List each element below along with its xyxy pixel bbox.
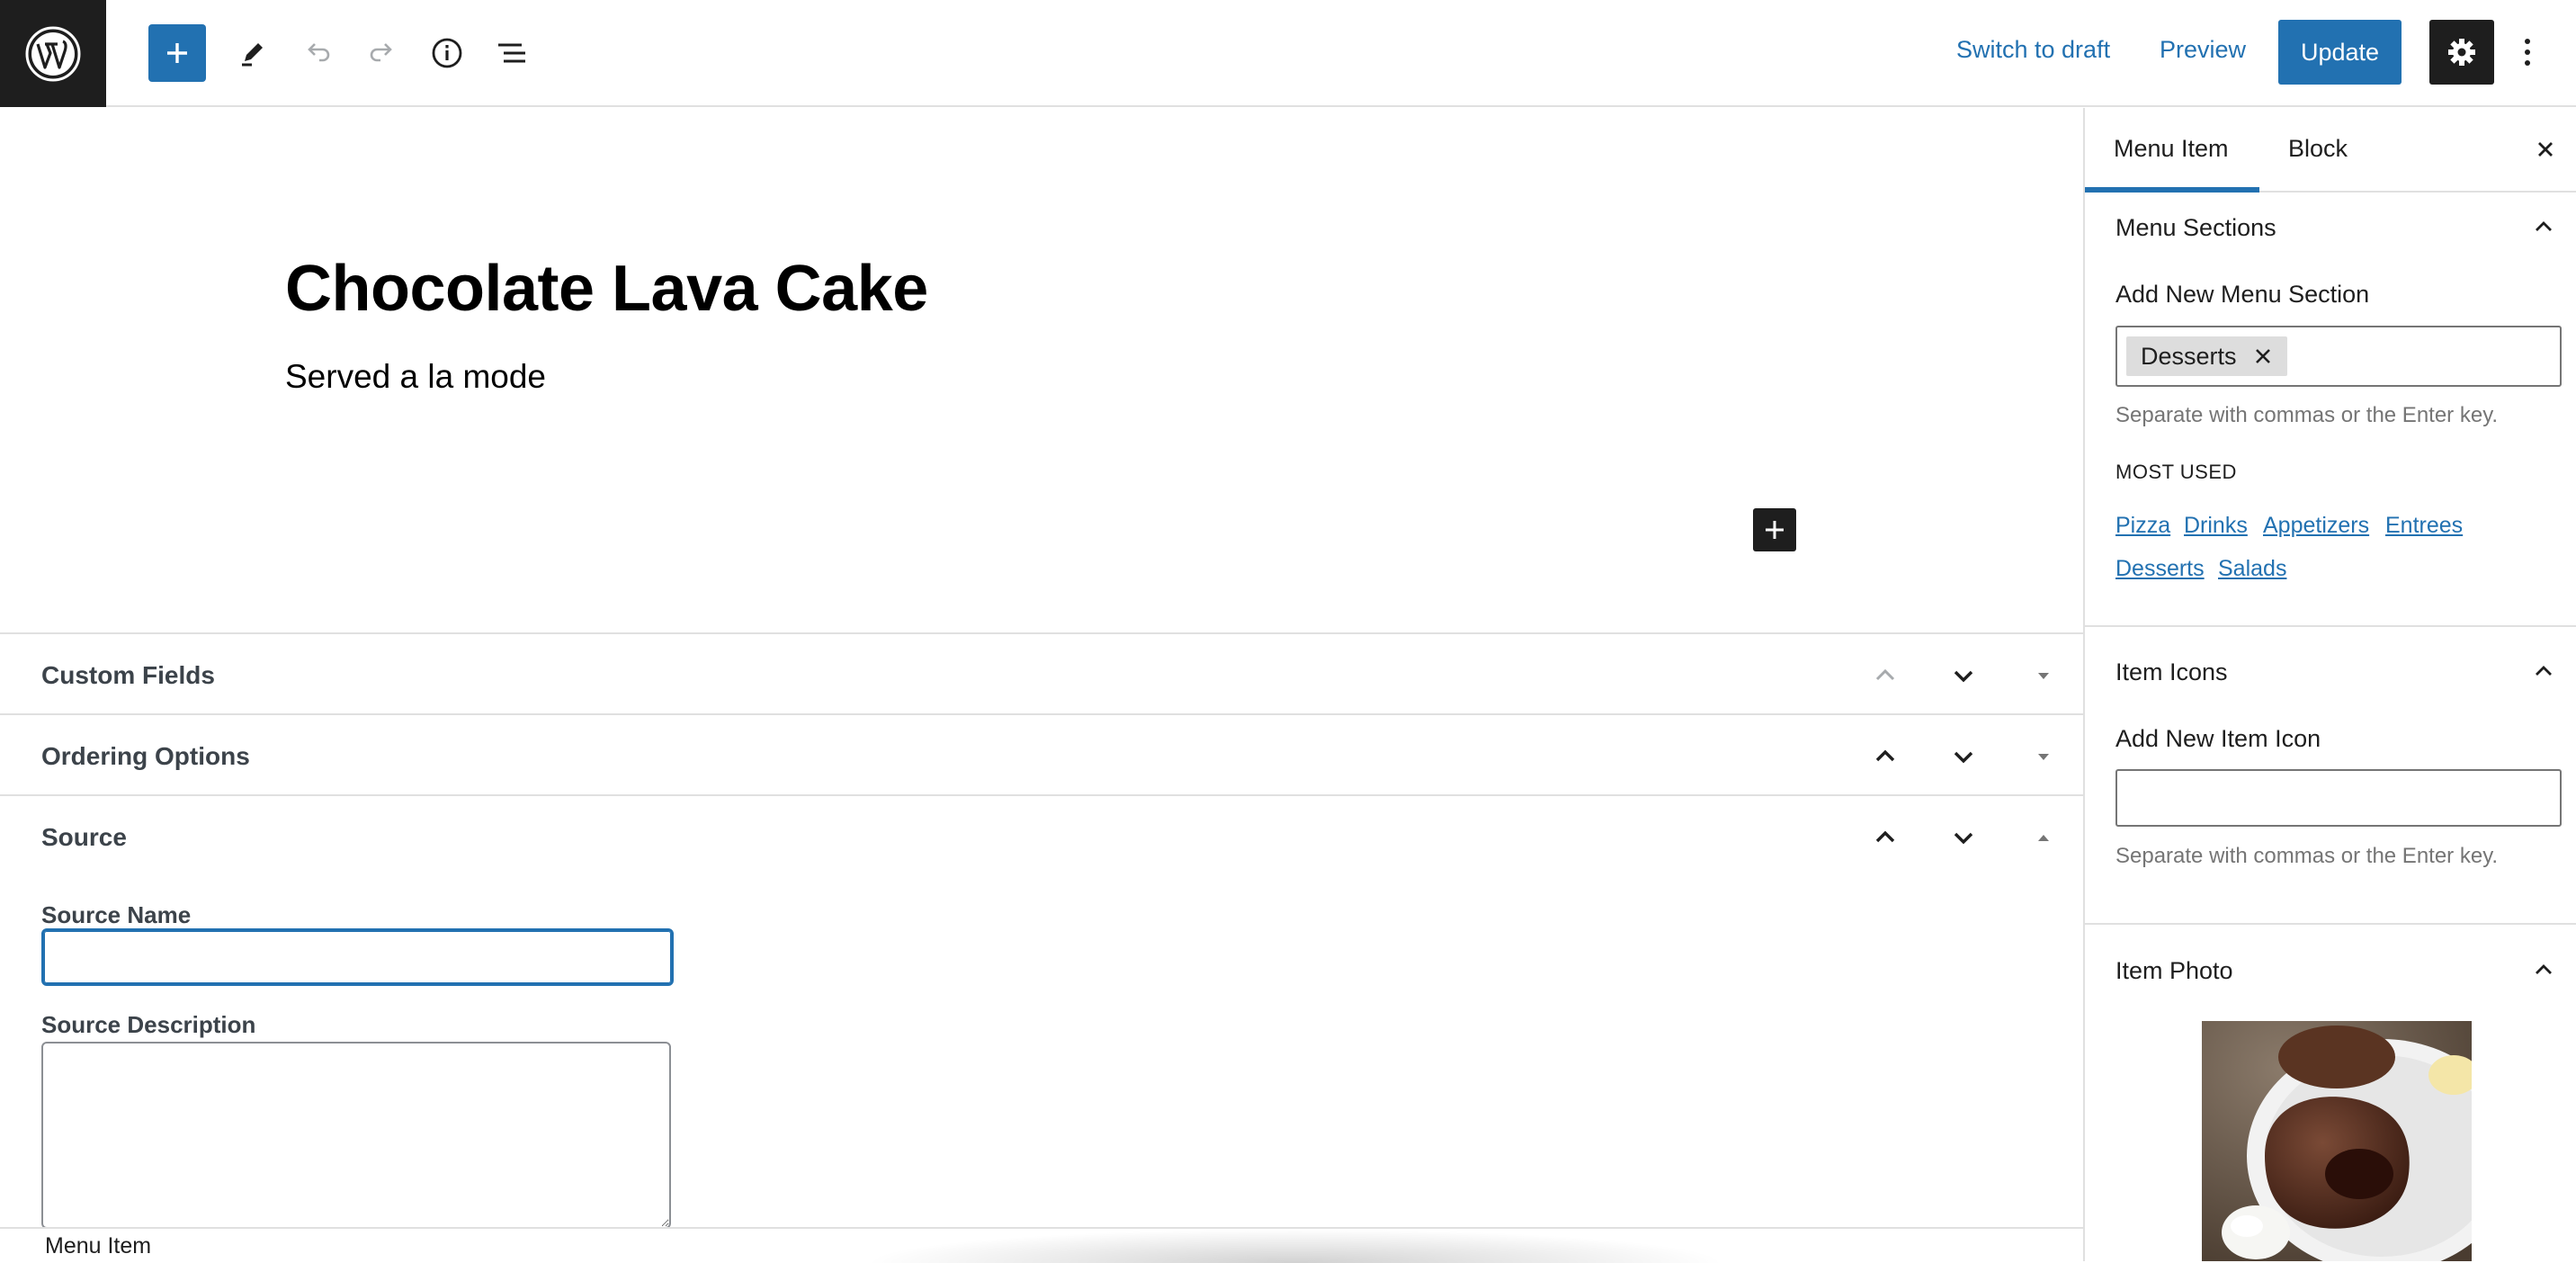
close-sidebar-button[interactable] [2524,128,2567,171]
move-down-button[interactable] [1938,812,1989,863]
info-icon [432,38,462,68]
panel-divider [2085,923,2576,925]
panel-title: Item Icons [2115,658,2228,685]
metabox-title[interactable]: Custom Fields [41,661,215,690]
list-view-icon [498,43,525,63]
more-vertical-icon [2525,39,2530,66]
editor-canvas: Chocolate Lava Cake Served a la mode [0,108,2083,633]
chevron-up-icon [1875,749,1895,762]
settings-button[interactable] [2429,20,2494,85]
menu-sections-help-text: Separate with commas or the Enter key. [2115,403,2499,427]
chevron-down-icon [1954,670,1973,683]
chevron-up-icon [2524,651,2563,691]
chevron-down-icon [1954,751,1973,764]
metabox-title[interactable]: Ordering Options [41,742,250,771]
gear-icon [2448,39,2475,66]
move-up-button[interactable] [1860,731,1910,782]
add-menu-section-label: Add New Menu Section [2115,281,2370,308]
redo-icon [370,43,392,62]
paragraph-block[interactable]: Served a la mode [285,358,546,396]
add-block-button[interactable] [148,24,206,82]
tag-link-salads[interactable]: Salads [2218,556,2286,582]
move-down-button[interactable] [1938,731,1989,782]
sidebar-tabs: Menu Item Block [2085,108,2576,193]
plus-icon [1766,521,1784,539]
tab-block[interactable]: Block [2288,135,2348,163]
tag-link-desserts[interactable]: Desserts [2115,556,2205,582]
close-icon [2255,349,2270,363]
panel-item-icons-toggle[interactable]: Item Icons [2085,644,2576,698]
move-up-button[interactable] [1860,650,1910,701]
options-menu-button[interactable] [2509,20,2545,85]
panel-menu-sections-toggle[interactable]: Menu Sections [2085,200,2576,254]
chevron-up-icon [1875,668,1895,681]
block-inserter-button[interactable] [1753,508,1796,551]
breadcrumb[interactable]: Menu Item [45,1233,151,1259]
panel-item-photo-toggle[interactable]: Item Photo [2085,943,2576,997]
panel-title: Menu Sections [2115,214,2276,241]
metabox-ordering-options: Ordering Options [0,713,2083,794]
source-name-label: Source Name [41,901,192,928]
token-desserts: Desserts [2126,336,2287,376]
item-icons-help-text: Separate with commas or the Enter key. [2115,844,2499,868]
chevron-down-icon [1954,832,1973,845]
token-label: Desserts [2141,343,2237,370]
caret-up-icon [2038,835,2049,841]
tag-link-pizza[interactable]: Pizza [2115,513,2170,539]
caret-down-icon [2038,754,2049,760]
preview-button[interactable]: Preview [2160,36,2246,64]
tools-button[interactable] [224,24,282,82]
toggle-panel-button[interactable] [2018,731,2069,782]
metabox-title[interactable]: Source [41,823,127,852]
redo-button[interactable] [353,24,411,82]
close-icon [2538,142,2553,157]
undo-icon [308,43,330,62]
move-down-button[interactable] [1938,650,1989,701]
panel-divider [2085,625,2576,627]
update-button[interactable]: Update [2278,20,2402,85]
source-description-label: Source Description [41,1011,256,1038]
active-tab-indicator [2085,187,2259,193]
pencil-icon [242,43,263,67]
most-used-heading: MOST USED [2115,461,2237,483]
settings-sidebar: Menu Item Block Menu Sections Add New Me… [2083,108,2576,1261]
metabox-custom-fields: Custom Fields [0,632,2083,713]
wordpress-logo-icon[interactable] [0,0,106,107]
item-photo-image[interactable] [2202,1021,2472,1261]
toggle-panel-button[interactable] [2018,812,2069,863]
move-up-button[interactable] [1860,812,1910,863]
tag-link-appetizers[interactable]: Appetizers [2263,513,2369,539]
chevron-up-icon [2524,950,2563,990]
menu-section-token-field[interactable]: Desserts [2115,326,2562,387]
switch-to-draft-button[interactable]: Switch to draft [1956,36,2110,64]
chevron-up-icon [1875,830,1895,843]
plus-icon [167,43,187,63]
tag-link-entrees[interactable]: Entrees [2385,513,2463,539]
item-icon-input[interactable] [2115,769,2562,827]
footer-shadow [863,1229,1727,1263]
editor-header: Switch to draft Preview Update [0,0,2576,107]
tab-menu-item[interactable]: Menu Item [2114,135,2229,163]
caret-down-icon [2038,673,2049,679]
remove-token-button[interactable] [2250,336,2276,376]
post-title[interactable]: Chocolate Lava Cake [285,252,928,326]
undo-button[interactable] [289,24,346,82]
add-item-icon-label: Add New Item Icon [2115,725,2321,752]
details-button[interactable] [418,24,476,82]
source-description-textarea[interactable] [41,1042,671,1229]
tag-link-drinks[interactable]: Drinks [2184,513,2248,539]
editor-footer: Menu Item [0,1227,2083,1263]
chevron-up-icon [2524,207,2563,246]
panel-title: Item Photo [2115,957,2233,984]
list-view-button[interactable] [483,24,541,82]
toggle-panel-button[interactable] [2018,650,2069,701]
source-name-input[interactable] [41,928,674,986]
